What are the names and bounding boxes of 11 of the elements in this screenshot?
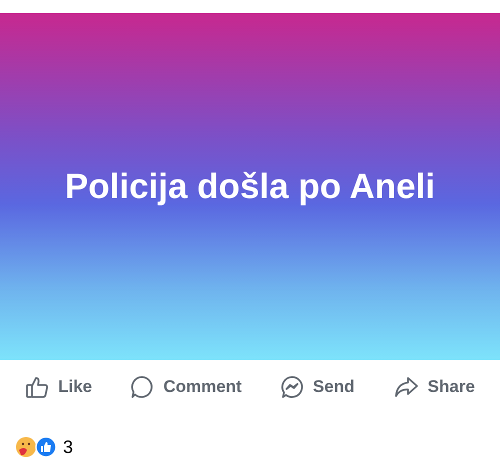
messenger-icon bbox=[280, 375, 304, 399]
like-reaction-icon bbox=[35, 436, 57, 458]
speech-bubble-icon bbox=[130, 375, 154, 399]
comment-button[interactable]: Comment bbox=[126, 373, 246, 401]
share-button[interactable]: Share bbox=[388, 373, 479, 401]
send-button[interactable]: Send bbox=[276, 373, 358, 401]
thumbs-up-icon bbox=[25, 375, 50, 399]
share-arrow-icon bbox=[392, 375, 419, 399]
like-button[interactable]: Like bbox=[21, 373, 96, 401]
reaction-count: 3 bbox=[63, 436, 74, 458]
post-text: Policija došla po Aneli bbox=[64, 166, 436, 206]
